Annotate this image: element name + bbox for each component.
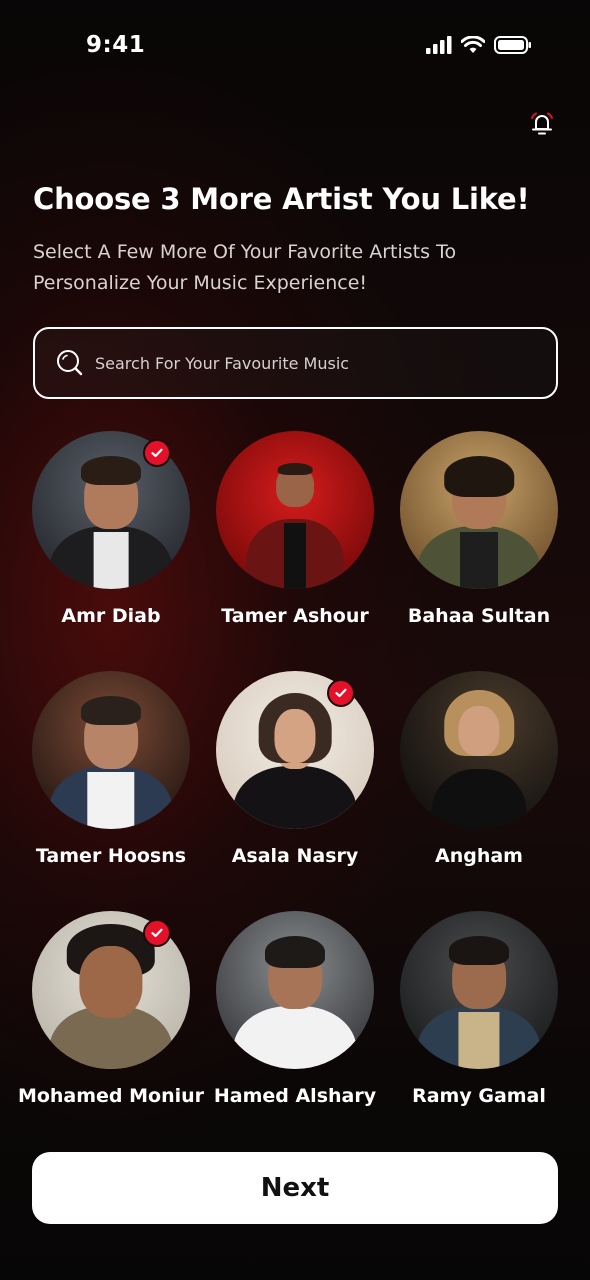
artist-card-angham[interactable]: Angham <box>384 671 574 867</box>
artist-name: Bahaa Sultan <box>407 605 551 627</box>
selected-check-icon <box>327 679 355 707</box>
artist-card-ramy-gamal[interactable]: Ramy Gamal <box>384 911 574 1107</box>
artist-card-amr-diab[interactable]: Amr Diab <box>16 431 206 627</box>
artist-name: Mohamed Moniur <box>17 1085 205 1107</box>
artist-name: Asala Nasry <box>231 845 359 867</box>
alarm-bell-icon[interactable] <box>528 110 556 138</box>
status-time: 9:41 <box>86 32 146 58</box>
artist-avatar <box>400 911 558 1069</box>
search-bar[interactable] <box>33 327 558 399</box>
artist-avatar <box>216 431 374 589</box>
search-input[interactable] <box>95 353 556 373</box>
status-icons <box>426 36 532 54</box>
artist-name: Hamed Alshary <box>213 1085 377 1107</box>
artist-name: Tamer Ashour <box>221 605 369 627</box>
signal-icon <box>426 36 452 54</box>
artist-name: Amr Diab <box>61 605 161 627</box>
next-button[interactable]: Next <box>32 1152 558 1224</box>
page-title: Choose 3 More Artist You Like! <box>33 182 530 216</box>
artist-avatar <box>400 431 558 589</box>
artist-card-tamer-hoosns[interactable]: Tamer Hoosns <box>16 671 206 867</box>
artist-card-hamed-alshary[interactable]: Hamed Alshary <box>200 911 390 1107</box>
search-icon <box>57 350 83 376</box>
artist-name: Ramy Gamal <box>412 1085 546 1107</box>
artist-card-asala-nasry[interactable]: Asala Nasry <box>200 671 390 867</box>
artist-card-bahaa-sultan[interactable]: Bahaa Sultan <box>384 431 574 627</box>
artist-name: Angham <box>435 845 523 867</box>
artist-avatar <box>400 671 558 829</box>
artist-avatar <box>216 911 374 1069</box>
selected-check-icon <box>143 919 171 947</box>
artist-name: Tamer Hoosns <box>35 845 187 867</box>
selected-check-icon <box>143 439 171 467</box>
wifi-icon <box>461 36 485 53</box>
status-bar: 9:41 <box>0 0 590 94</box>
battery-icon <box>494 36 531 54</box>
artist-avatar <box>32 671 190 829</box>
artist-card-mohamed-moniur[interactable]: Mohamed Moniur <box>16 911 206 1107</box>
page-subtitle: Select A Few More Of Your Favorite Artis… <box>33 241 457 294</box>
artist-card-tamer-ashour[interactable]: Tamer Ashour <box>200 431 390 627</box>
